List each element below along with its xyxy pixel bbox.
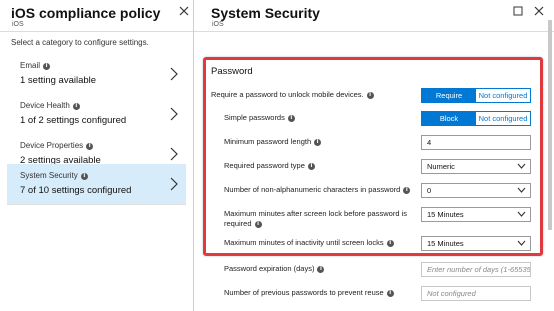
category-status: 1 of 2 settings configured bbox=[20, 115, 127, 126]
blade-title: System Security bbox=[211, 5, 320, 21]
info-icon[interactable]: i bbox=[43, 63, 51, 70]
divider bbox=[194, 31, 554, 32]
category-hint: Select a category to configure settings. bbox=[11, 38, 149, 47]
password-expiration-input[interactable]: Enter number of days (1-65535) bbox=[421, 262, 531, 277]
maximize-icon[interactable] bbox=[512, 5, 524, 17]
chevron-right-icon bbox=[170, 107, 178, 121]
info-icon[interactable]: i bbox=[317, 266, 325, 273]
chevron-right-icon bbox=[170, 177, 178, 191]
category-title: Device Properties bbox=[20, 141, 84, 150]
divider bbox=[0, 31, 193, 32]
scrollbar[interactable] bbox=[548, 20, 552, 230]
previous-passwords-input[interactable]: Not configured bbox=[421, 286, 531, 301]
setting-label: Password expiration (days) i bbox=[224, 264, 325, 274]
blade-subtitle: iOS bbox=[12, 21, 24, 28]
chevron-right-icon bbox=[170, 67, 178, 81]
category-status: 1 setting available bbox=[20, 75, 97, 86]
chevron-right-icon bbox=[170, 147, 178, 161]
category-email[interactable]: Email i 1 setting available bbox=[7, 54, 186, 95]
compliance-policy-blade: iOS compliance policy iOS Select a categ… bbox=[0, 0, 194, 311]
info-icon[interactable]: i bbox=[386, 290, 394, 297]
category-title: System Security bbox=[20, 171, 78, 180]
category-device-health[interactable]: Device Health i 1 of 2 settings configure… bbox=[7, 94, 186, 135]
close-icon[interactable] bbox=[533, 5, 545, 17]
category-title: Device Health bbox=[20, 101, 70, 110]
blade-subtitle: iOS bbox=[212, 21, 224, 28]
close-icon[interactable] bbox=[178, 5, 190, 17]
category-status: 7 of 10 settings configured bbox=[20, 185, 132, 196]
info-icon[interactable]: i bbox=[86, 143, 94, 150]
highlight-box bbox=[203, 57, 543, 256]
category-title: Email bbox=[20, 61, 41, 70]
info-icon[interactable]: i bbox=[80, 173, 88, 180]
blade-title: iOS compliance policy bbox=[11, 5, 161, 21]
category-system-security[interactable]: System Security i 7 of 10 settings config… bbox=[7, 164, 186, 205]
info-icon[interactable]: i bbox=[72, 103, 80, 110]
setting-label: Number of previous passwords to prevent … bbox=[224, 288, 394, 298]
